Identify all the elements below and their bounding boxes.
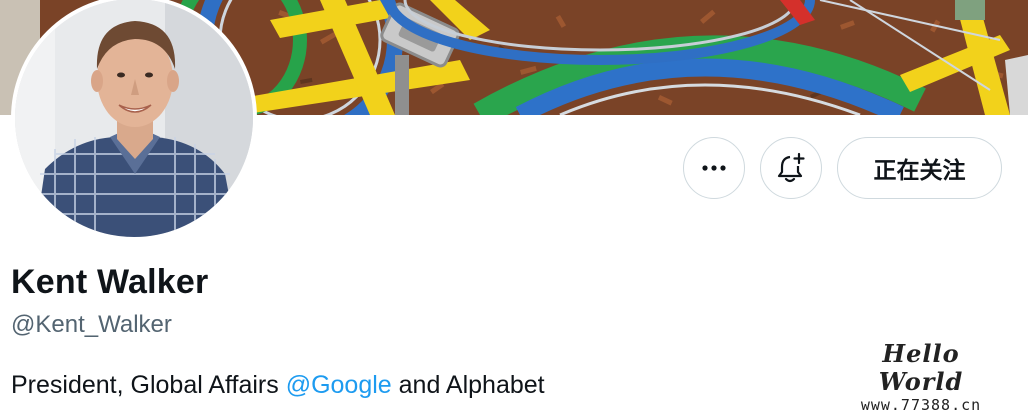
bell-plus-icon — [777, 152, 805, 183]
avatar-portrait-image — [15, 0, 253, 237]
profile-handle: @Kent_Walker — [11, 311, 172, 338]
watermark-title: Hello World — [878, 339, 964, 396]
bio-text-suffix: and Alphabet — [391, 371, 545, 399]
bio-text-prefix: President, Global Affairs — [11, 371, 286, 399]
bio-mention-link[interactable]: @Google — [286, 371, 392, 399]
watermark-url: www.77388.cn — [860, 396, 982, 414]
profile-avatar[interactable] — [11, 0, 257, 241]
more-horizontal-icon — [702, 165, 726, 171]
profile-name: Kent Walker — [11, 263, 209, 301]
profile-bio: President, Global Affairs @Google and Al… — [11, 371, 545, 400]
following-button[interactable]: 正在关注 — [837, 137, 1002, 199]
more-options-button[interactable] — [683, 137, 745, 199]
notifications-button[interactable] — [760, 137, 822, 199]
watermark: Hello World www.77388.cn — [846, 340, 996, 414]
